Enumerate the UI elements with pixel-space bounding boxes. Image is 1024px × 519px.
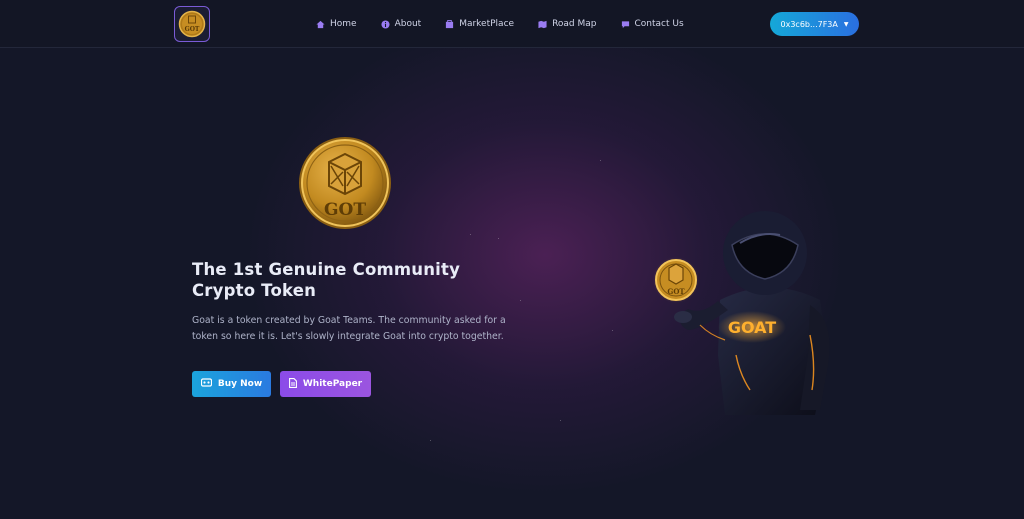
main-nav: Home About MarketPlace Road Map Contact … [316,15,708,33]
whitepaper-button[interactable]: WhitePaper [280,371,371,397]
nav-roadmap-label: Road Map [552,19,597,29]
nav-home[interactable]: Home [316,15,357,33]
wallet-icon [200,378,212,390]
page: GOT Home About MarketPlace Road Map Cont… [0,0,1024,519]
wallet-address: 0x3c6b...7F3A [780,19,838,29]
whitepaper-label: WhitePaper [302,379,363,389]
svg-text:GOT: GOT [667,287,685,296]
svg-text:GOT: GOT [185,26,200,33]
chat-icon [621,20,630,29]
logo[interactable]: GOT [174,6,210,42]
caret-down-icon: ▼ [843,20,849,28]
map-icon [538,20,547,29]
nav-contact[interactable]: Contact Us [621,15,684,33]
svg-text:GOT: GOT [324,200,366,220]
nav-marketplace[interactable]: MarketPlace [445,15,514,33]
info-icon [381,19,390,29]
nav-roadmap[interactable]: Road Map [538,15,597,33]
nav-marketplace-label: MarketPlace [459,19,515,29]
store-icon [445,19,454,29]
got-coin-icon: GOT [178,10,206,38]
goat-mascot-image: GOAT GOT [653,211,830,415]
nav-contact-label: Contact Us [634,19,684,29]
hero-coin-image: GOT [299,137,391,229]
svg-text:GOAT: GOAT [728,318,776,337]
hero-description: Goat is a token created by Goat Teams. T… [192,315,506,342]
nav-about-label: About [394,19,422,29]
home-icon [316,20,325,29]
buy-now-button[interactable]: Buy Now [192,371,271,397]
document-icon [288,377,297,391]
buy-now-label: Buy Now [217,379,263,389]
navbar: GOT Home About MarketPlace Road Map Cont… [0,0,1024,48]
nav-about[interactable]: About [381,15,422,33]
nav-home-label: Home [330,19,357,29]
hero-title: The 1st Genuine Community Crypto Token [192,260,461,300]
wallet-button[interactable]: 0x3c6b...7F3A ▼ [770,12,859,36]
